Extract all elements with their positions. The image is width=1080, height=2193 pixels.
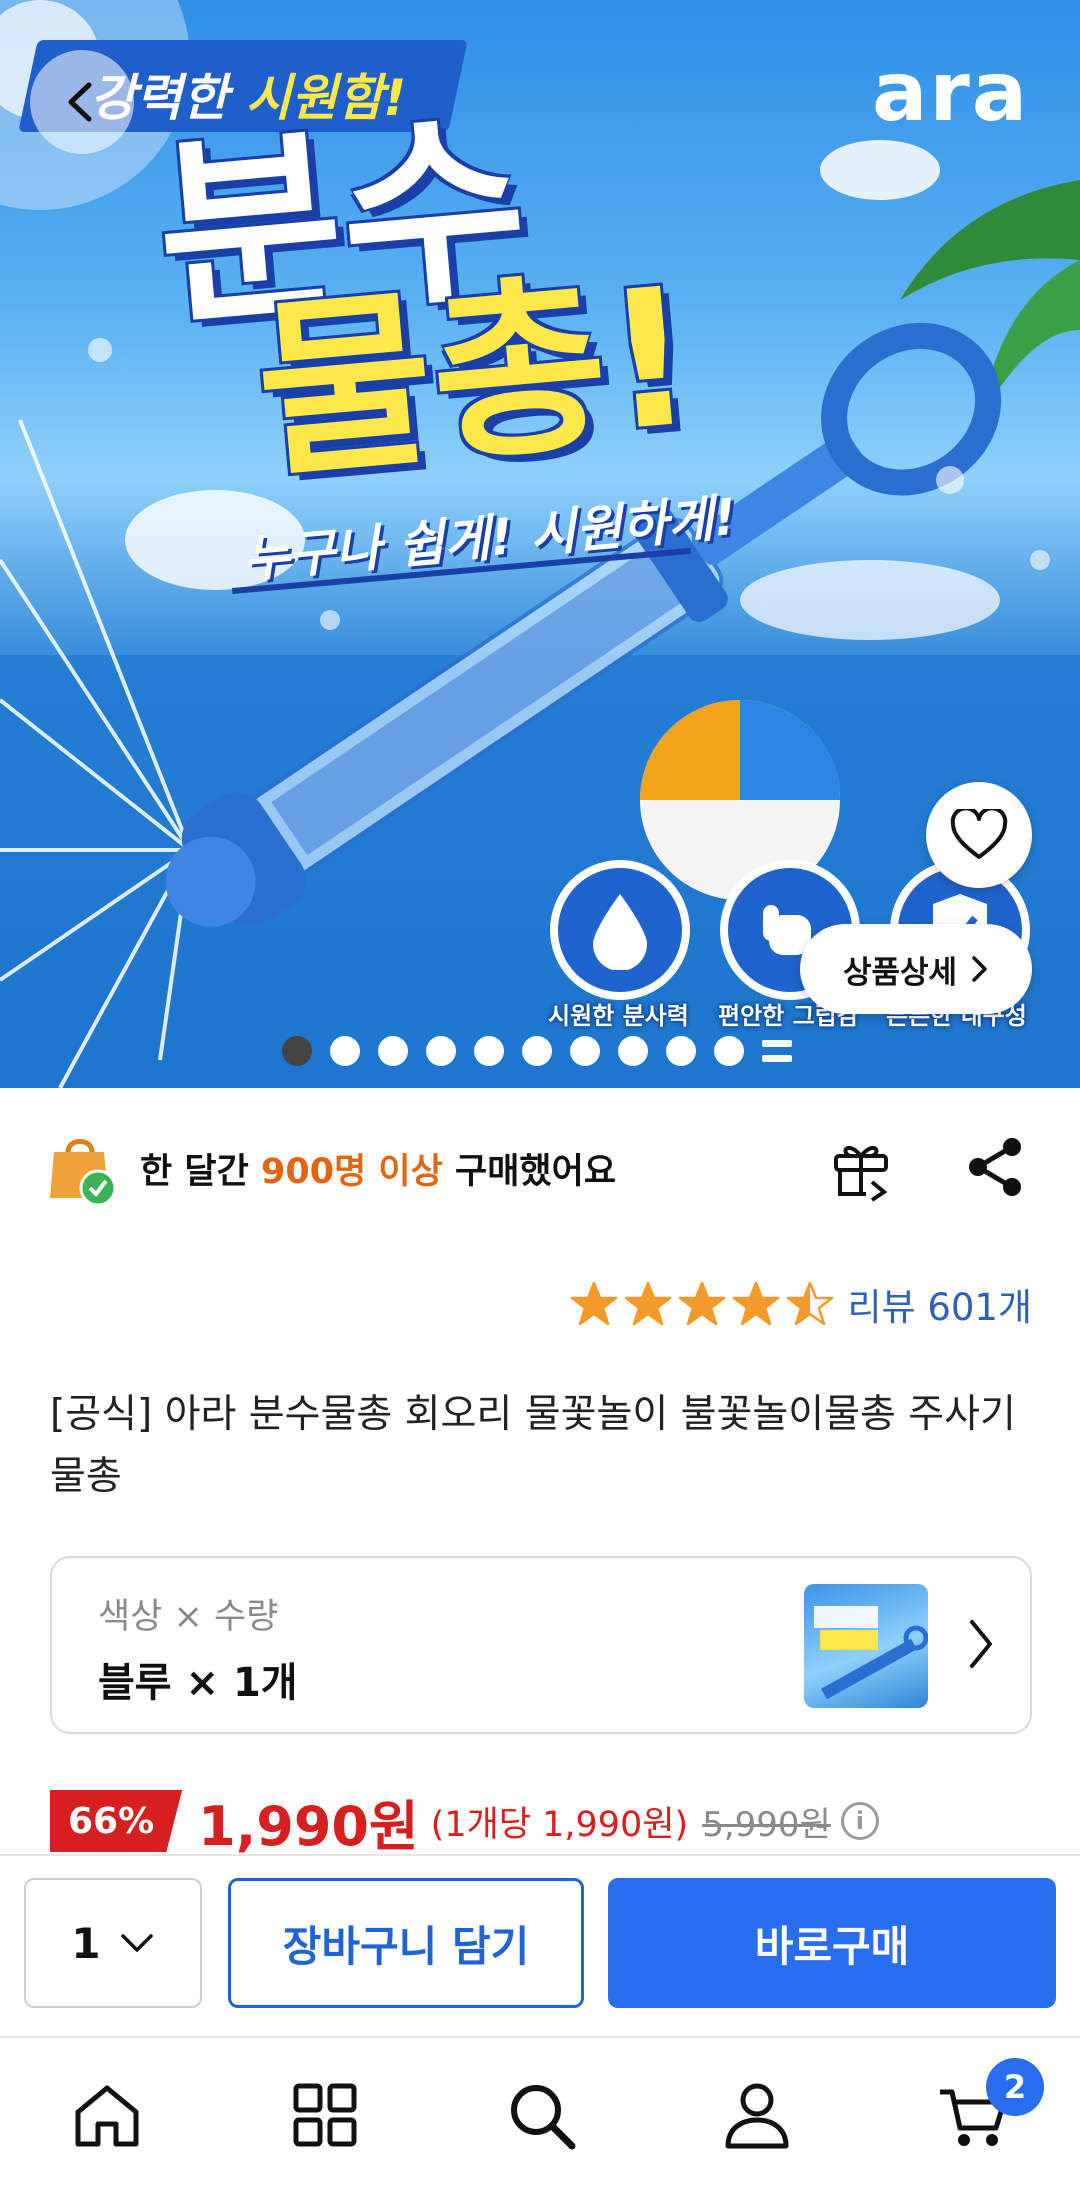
carousel-dot[interactable] xyxy=(714,1036,744,1066)
carousel-dot[interactable] xyxy=(522,1036,552,1066)
brand-logo: ara xyxy=(872,45,1030,140)
profile-icon[interactable] xyxy=(720,2078,794,2152)
star-rating xyxy=(569,1280,835,1328)
search-icon[interactable] xyxy=(504,2078,578,2152)
share-button[interactable] xyxy=(960,1132,1030,1202)
original-price: 5,990원 xyxy=(702,1804,831,1845)
option-value: 블루 × 1개 xyxy=(98,1660,298,1706)
star-icon xyxy=(571,1281,618,1326)
bottom-tab-bar xyxy=(0,2036,1080,2193)
option-thumbnail xyxy=(804,1584,928,1708)
quantity-select[interactable]: 1 xyxy=(24,1878,202,2008)
wishlist-button[interactable] xyxy=(926,782,1032,888)
info-icon[interactable]: i xyxy=(840,1802,879,1840)
product-image-carousel[interactable]: 강력한 시원함! ara 분수 물총! 누구나 쉽게! 시원하게! 시원한 분사… xyxy=(0,0,1080,1088)
star-icon xyxy=(787,1281,834,1326)
product-detail-label: 상품상세 xyxy=(842,954,958,991)
quantity-value: 1 xyxy=(71,1918,101,1968)
chevron-right-icon xyxy=(970,1620,992,1668)
rating-summary[interactable]: 리뷰 601개 xyxy=(569,1276,1032,1332)
star-icon xyxy=(625,1281,672,1326)
carousel-dot[interactable] xyxy=(474,1036,504,1066)
share-icon xyxy=(969,1138,1021,1196)
buy-now-button[interactable]: 바로구매 xyxy=(608,1878,1056,2008)
carousel-dot[interactable] xyxy=(330,1036,360,1066)
carousel-dot[interactable] xyxy=(570,1036,600,1066)
purchase-count-text: 한 달간 900명 이상 구매했어요 xyxy=(140,1143,616,1194)
home-icon[interactable] xyxy=(70,2078,144,2152)
discount-badge: 66% xyxy=(50,1790,183,1852)
feature-label: 시원한 분사력 xyxy=(548,1002,689,1030)
review-count-link[interactable]: 리뷰 601개 xyxy=(847,1277,1032,1331)
star-icon xyxy=(733,1281,780,1326)
more-images-icon xyxy=(762,1040,792,1062)
star-icon xyxy=(679,1281,726,1326)
purchase-count-highlight: 900명 이상 xyxy=(260,1151,443,1192)
water-drop-icon xyxy=(550,860,690,1000)
add-to-cart-button[interactable]: 장바구니 담기 xyxy=(228,1878,584,2008)
purchase-bar: 1 장바구니 담기 바로구매 xyxy=(0,1854,1080,2036)
chevron-right-icon xyxy=(972,956,987,982)
carousel-dot[interactable] xyxy=(666,1036,696,1066)
shopping-bag-check-icon xyxy=(50,1139,116,1206)
purchase-count-prefix: 한 달간 xyxy=(140,1151,261,1192)
hero-title-line2: 물총! xyxy=(248,246,703,505)
heart-icon xyxy=(950,809,1008,859)
chevron-down-icon xyxy=(120,1934,153,1952)
back-button[interactable] xyxy=(30,50,134,154)
sale-price: 1,990원 xyxy=(198,1794,419,1858)
product-title: [공식] 아라 분수물총 회오리 물꽃놀이 불꽃놀이물총 주사기물총 xyxy=(50,1392,1016,1499)
price-row: 66% 1,990원 (1개당 1,990원) 5,990원 i xyxy=(50,1788,879,1858)
unit-price: (1개당 1,990원) xyxy=(430,1804,689,1845)
carousel-dot[interactable] xyxy=(618,1036,648,1066)
chevron-left-icon xyxy=(68,82,92,122)
product-detail-button[interactable]: 상품상세 xyxy=(800,924,1032,1014)
carousel-dot[interactable] xyxy=(378,1036,408,1066)
carousel-dot[interactable] xyxy=(426,1036,456,1066)
carousel-dot[interactable] xyxy=(282,1036,312,1066)
option-selector[interactable]: 색상 × 수량 블루 × 1개 xyxy=(50,1556,1032,1734)
cart-count-badge: 2 xyxy=(986,2058,1044,2116)
purchase-count-notice: 한 달간 900명 이상 구매했어요 xyxy=(50,1128,616,1208)
category-grid-icon[interactable] xyxy=(288,2078,362,2152)
gift-button[interactable] xyxy=(826,1132,896,1202)
gift-icon xyxy=(834,1145,888,1202)
carousel-indicator[interactable] xyxy=(282,1036,792,1066)
option-label: 색상 × 수량 xyxy=(98,1597,279,1637)
purchase-count-suffix: 구매했어요 xyxy=(442,1151,617,1192)
